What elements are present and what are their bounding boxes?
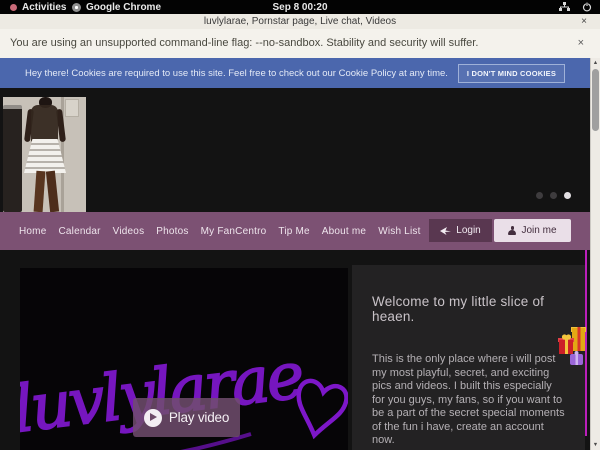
promo-video: luvlylarae Play video <box>20 268 348 450</box>
photo-door-trim <box>65 99 79 117</box>
cookie-accept-button[interactable]: I DON'T MIND COOKIES <box>458 64 565 83</box>
scroll-up-icon[interactable]: ▲ <box>591 58 600 68</box>
clock[interactable]: Sep 8 00:20 <box>0 2 600 13</box>
photo-person-skirt <box>24 139 66 173</box>
webpage-content: Home Calendar Videos Photos My FanCentro… <box>0 88 590 450</box>
carousel-dots <box>536 192 571 199</box>
about-paragraph-1: This is the only place where i will post… <box>372 353 565 448</box>
window-title: luvlylarae, Pornstar page, Live chat, Vi… <box>204 16 396 27</box>
about-panel: Welcome to my little slice of heaen. Thi… <box>352 265 585 450</box>
play-icon <box>144 409 162 427</box>
login-arrow-icon <box>440 226 451 235</box>
warning-close-icon[interactable]: × <box>578 29 584 58</box>
scrollbar: ▲ ▼ <box>590 58 600 450</box>
gift-icon[interactable] <box>558 321 590 371</box>
nav-item-wish-list[interactable]: Wish List <box>378 226 420 237</box>
warning-text: You are using an unsupported command-lin… <box>10 37 478 49</box>
login-label: Login <box>456 225 480 236</box>
play-video-button[interactable]: Play video <box>133 398 240 437</box>
carousel-dot-3-active[interactable] <box>564 192 571 199</box>
chrome-warning-bar: You are using an unsupported command-lin… <box>0 29 600 58</box>
photo-heater <box>3 105 22 212</box>
user-icon <box>508 226 516 235</box>
photo-person-torso <box>31 105 58 142</box>
hero-photo <box>3 97 86 212</box>
window-close-icon[interactable]: × <box>581 14 587 29</box>
login-button[interactable]: Login <box>429 219 492 242</box>
welcome-heading: Welcome to my little slice of heaen. <box>372 294 565 324</box>
nav-item-photos[interactable]: Photos <box>156 226 188 237</box>
network-icon[interactable] <box>559 2 570 12</box>
join-me-button[interactable]: Join me <box>494 219 571 242</box>
nav-item-my-fancentro[interactable]: My FanCentro <box>201 226 267 237</box>
nav-item-home[interactable]: Home <box>19 226 46 237</box>
carousel-dot-1[interactable] <box>536 192 543 199</box>
nav-item-videos[interactable]: Videos <box>113 226 145 237</box>
cookie-banner: Hey there! Cookies are required to use t… <box>0 58 590 88</box>
photo-person-leg <box>34 171 46 212</box>
photo-person-leg <box>46 171 59 212</box>
scroll-down-icon[interactable]: ▼ <box>591 440 600 450</box>
nav-item-tip-me[interactable]: Tip Me <box>278 226 309 237</box>
join-label: Join me <box>521 225 556 236</box>
power-icon[interactable] <box>582 2 592 12</box>
cookie-message: Hey there! Cookies are required to use t… <box>25 68 448 79</box>
play-video-label: Play video <box>169 410 229 425</box>
nav-item-about-me[interactable]: About me <box>322 226 366 237</box>
system-top-bar: Activities Google Chrome Sep 8 00:20 <box>0 0 600 14</box>
carousel-dot-2[interactable] <box>550 192 557 199</box>
nav-item-calendar[interactable]: Calendar <box>58 226 100 237</box>
scrollbar-thumb[interactable] <box>592 69 599 131</box>
window-title-bar: luvlylarae, Pornstar page, Live chat, Vi… <box>0 14 600 29</box>
